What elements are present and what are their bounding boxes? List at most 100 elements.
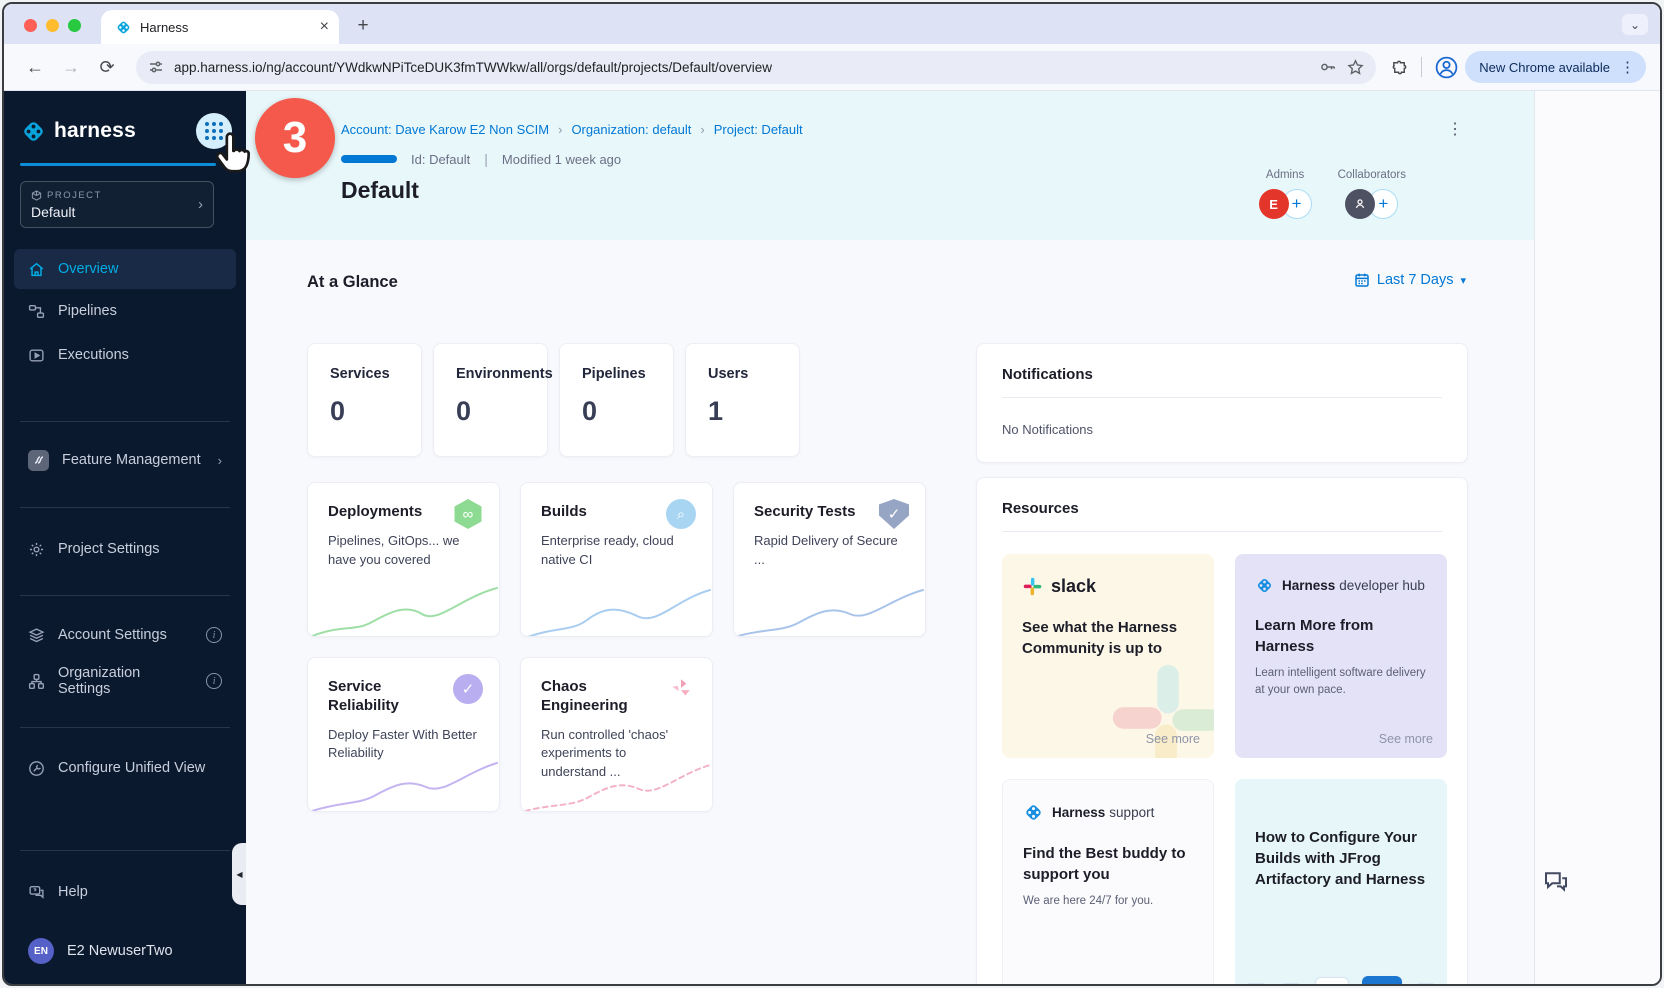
see-more-link[interactable]: See more [1379, 732, 1433, 746]
slack-brand-name: slack [1051, 576, 1096, 597]
zoom-window-button[interactable] [68, 19, 81, 32]
profile-avatar-icon[interactable] [1434, 55, 1459, 80]
stat-card-environments[interactable]: Environments 0 [433, 343, 548, 457]
date-range-selector[interactable]: Last 7 Days ▾ [1354, 272, 1466, 288]
resource-subtext: We are here 24/7 for you. [1023, 893, 1193, 910]
browser-toolbar: ← → ⟳ app.harness.io/ng/account/YWdkwNPi… [4, 44, 1660, 91]
module-description: Pipelines, GitOps... we have you covered [328, 532, 478, 570]
feature-management-icon [28, 450, 49, 471]
module-card-security-tests[interactable]: Security Tests ✓ Rapid Delivery of Secur… [733, 482, 926, 637]
resource-card-developer-hub[interactable]: Harnessdeveloper hub Learn More from Har… [1235, 554, 1447, 758]
modified-text: Modified 1 week ago [502, 152, 621, 167]
forward-button[interactable]: → [56, 52, 86, 82]
stats-row: Services 0 Environments 0 Pipelines 0 Us… [307, 343, 800, 457]
sidebar-item-help[interactable]: Help [14, 872, 236, 912]
executions-icon [28, 347, 45, 364]
builds-sparkline [521, 582, 713, 637]
breadcrumb-separator: › [558, 122, 562, 137]
chaos-engineering-icon [666, 674, 696, 704]
reload-button[interactable]: ⟳ [92, 52, 122, 82]
project-header: Account: Dave Karow E2 Non SCIM › Organi… [246, 91, 1534, 240]
chevron-right-icon: › [218, 453, 222, 468]
sidebar-item-account-settings[interactable]: Account Settings i [14, 615, 236, 655]
sidebar-collapse-handle[interactable]: ◀ [232, 843, 247, 905]
cube-icon [31, 190, 42, 201]
sidebar-item-pipelines[interactable]: Pipelines [14, 291, 236, 331]
stat-value: 1 [708, 396, 799, 427]
sidebar-item-executions[interactable]: Executions [14, 335, 236, 375]
new-tab-button[interactable]: + [349, 12, 377, 40]
sidebar-item-project-settings[interactable]: Project Settings [14, 529, 236, 569]
sidebar-item-label: Account Settings [58, 627, 167, 643]
module-title: Builds [541, 503, 659, 522]
address-bar[interactable]: app.harness.io/ng/account/YWdkwNPiTceDUK… [136, 51, 1376, 84]
feedback-chat-icon[interactable] [1541, 867, 1571, 902]
slack-logo-icon [1022, 576, 1043, 597]
breadcrumb-account-link[interactable]: Account: Dave Karow E2 Non SCIM [341, 122, 549, 137]
harness-logo-icon [1023, 802, 1044, 823]
sidebar-item-organization-settings[interactable]: Organization Settings i [14, 661, 236, 701]
breadcrumb-project-link[interactable]: Project: Default [714, 122, 803, 137]
module-cards: Deployments ∞ Pipelines, GitOps... we ha… [307, 482, 926, 812]
admin-avatar[interactable]: E [1259, 189, 1289, 219]
notifications-empty-text: No Notifications [1002, 422, 1442, 437]
builds-icon: ⌕ [666, 499, 696, 529]
see-more-link[interactable]: See more [1146, 732, 1200, 746]
tab-search-button[interactable]: ⌄ [1622, 14, 1648, 35]
sidebar-item-label: Project Settings [58, 541, 160, 557]
breadcrumb-organization-link[interactable]: Organization: default [571, 122, 691, 137]
module-card-builds[interactable]: Builds ⌕ Enterprise ready, cloud native … [520, 482, 713, 637]
module-card-deployments[interactable]: Deployments ∞ Pipelines, GitOps... we ha… [307, 482, 500, 637]
security-sparkline [734, 582, 926, 637]
org-chart-icon [28, 673, 45, 690]
minimize-window-button[interactable] [46, 19, 59, 32]
project-options-kebab-icon[interactable]: ⋮ [1447, 119, 1464, 139]
project-selector-value: Default [31, 204, 198, 220]
info-icon[interactable]: i [206, 627, 222, 643]
module-title: Security Tests [754, 503, 872, 522]
close-window-button[interactable] [24, 19, 37, 32]
stat-card-pipelines[interactable]: Pipelines 0 [559, 343, 674, 457]
sidebar-divider [20, 421, 230, 422]
stat-card-services[interactable]: Services 0 [307, 343, 422, 457]
module-description: Enterprise ready, cloud native CI [541, 532, 691, 570]
password-key-icon[interactable] [1319, 58, 1337, 76]
back-button[interactable]: ← [20, 52, 50, 82]
admins-group: Admins E + [1259, 169, 1312, 219]
collaborators-group: Collaborators + [1338, 169, 1406, 219]
stat-label: Users [708, 366, 799, 382]
chrome-update-button[interactable]: New Chrome available ⋮ [1465, 51, 1646, 83]
module-card-chaos-engineering[interactable]: Chaos Engineering Run controlled 'chaos'… [520, 657, 713, 812]
browser-tab-harness[interactable]: Harness × [101, 10, 339, 44]
pipeline-illustration: 0 [1245, 975, 1437, 984]
info-icon[interactable]: i [206, 673, 222, 689]
at-a-glance-title: At a Glance [307, 273, 398, 292]
module-card-service-reliability[interactable]: Service Reliability ✓ Deploy Faster With… [307, 657, 500, 812]
sidebar-item-configure-unified-view[interactable]: Configure Unified View [14, 748, 236, 788]
site-info-icon[interactable] [148, 59, 164, 75]
harness-wordmark: harness [54, 119, 196, 143]
stat-card-users[interactable]: Users 1 [685, 343, 800, 457]
bookmark-star-icon[interactable] [1347, 59, 1364, 76]
sidebar: harness PROJECT Default › Overview Pipel [4, 91, 246, 984]
resource-card-slack[interactable]: slack See what the Harness Community is … [1002, 554, 1214, 758]
browser-menu-kebab-icon[interactable]: ⋮ [1620, 58, 1636, 76]
resource-card-support[interactable]: Harnesssupport Find the Best buddy to su… [1002, 779, 1214, 984]
sidebar-user-menu[interactable]: EN E2 NewuserTwo [14, 931, 236, 971]
tab-close-icon[interactable]: × [320, 19, 329, 35]
extensions-icon[interactable] [1390, 58, 1409, 77]
calendar-icon [1354, 272, 1370, 288]
collaborator-avatar[interactable] [1345, 189, 1375, 219]
sidebar-item-label: Pipelines [58, 303, 117, 319]
module-title: Chaos Engineering [541, 678, 659, 716]
project-id-text: Id: Default [411, 152, 470, 167]
breadcrumb: Account: Dave Karow E2 Non SCIM › Organi… [341, 122, 803, 137]
resource-card-jfrog[interactable]: How to Configure Your Builds with JFrog … [1235, 779, 1447, 984]
toolbar-divider [1421, 57, 1422, 77]
chevron-right-icon: › [198, 196, 203, 213]
reliability-sparkline [308, 757, 500, 812]
sidebar-item-overview[interactable]: Overview [14, 249, 236, 289]
project-selector[interactable]: PROJECT Default › [20, 181, 214, 228]
overview-body: At a Glance Last 7 Days ▾ Services 0 Env… [246, 240, 1534, 984]
sidebar-item-feature-management[interactable]: Feature Management › [14, 440, 236, 480]
